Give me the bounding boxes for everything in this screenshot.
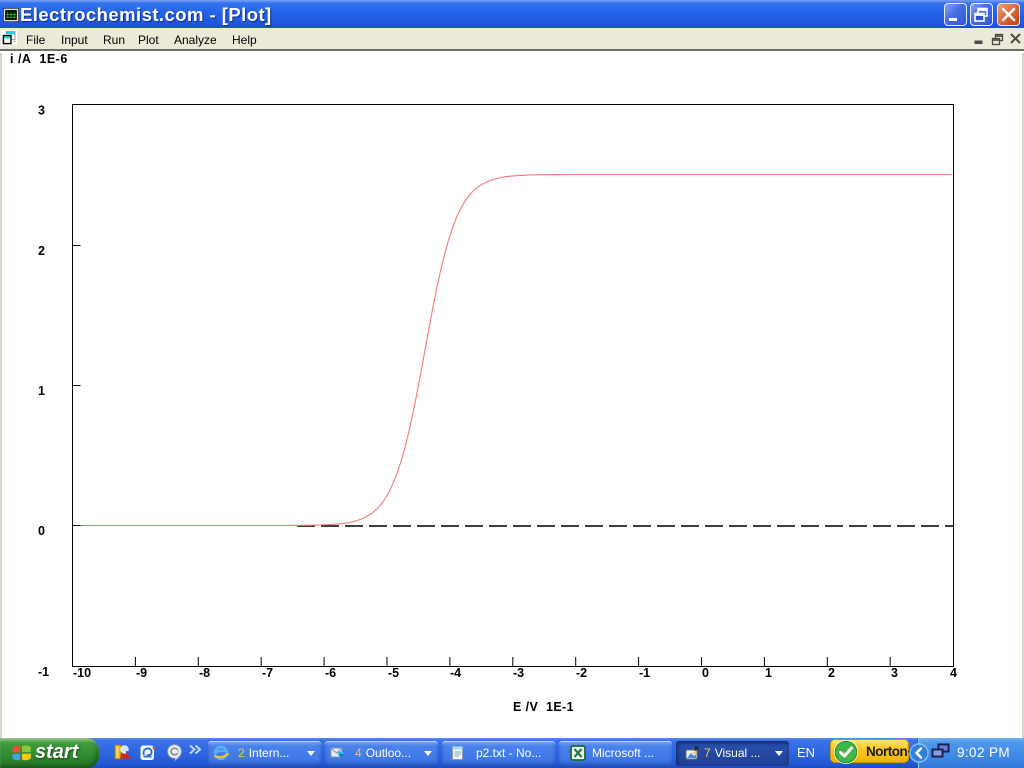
svg-text:-1: -1: [38, 665, 49, 679]
svg-text:-4: -4: [450, 666, 461, 680]
svg-text:3: 3: [38, 104, 45, 118]
svg-text:3: 3: [891, 666, 898, 680]
svg-text:-5: -5: [388, 666, 399, 680]
svg-text:-6: -6: [325, 666, 336, 680]
svg-text:i /A 1E-6: i /A 1E-6: [10, 53, 68, 66]
svg-text:0: 0: [38, 524, 45, 538]
svg-text:E /V 1E-1: E /V 1E-1: [513, 700, 574, 714]
svg-text:0: 0: [702, 666, 709, 680]
svg-text:1: 1: [765, 666, 772, 680]
svg-text:2: 2: [828, 666, 835, 680]
svg-text:-9: -9: [136, 666, 147, 680]
svg-text:-3: -3: [513, 666, 524, 680]
svg-text:4: 4: [950, 666, 957, 680]
svg-text:-2: -2: [576, 666, 587, 680]
svg-text:2: 2: [38, 244, 45, 258]
svg-text:-8: -8: [199, 666, 210, 680]
svg-text:-10: -10: [73, 666, 91, 680]
svg-text:-7: -7: [262, 666, 273, 680]
svg-text:-1: -1: [639, 666, 650, 680]
svg-text:1: 1: [38, 384, 45, 398]
